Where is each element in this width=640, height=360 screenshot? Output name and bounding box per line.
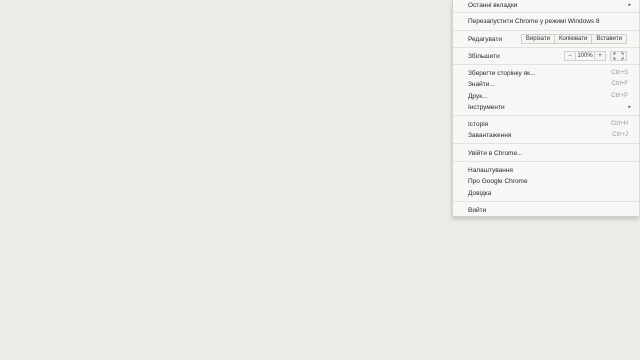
menu-separator xyxy=(453,12,639,13)
menu-item-print[interactable]: Друк... Ctrl+P xyxy=(468,91,632,102)
menu-item-label: Останні вкладки xyxy=(468,2,518,9)
chrome-main-menu: Останні вкладки ▸ Перезапустити Chrome у… xyxy=(452,0,639,217)
menu-item-label: Увійти в Chrome... xyxy=(468,150,523,157)
menu-item-label: Друк... xyxy=(468,93,488,100)
menu-item-label: Налаштування xyxy=(468,167,513,174)
menu-item-recent-tabs[interactable]: Останні вкладки ▸ xyxy=(468,0,632,11)
menu-separator xyxy=(453,161,639,162)
edit-label: Редагувати xyxy=(468,36,503,43)
menu-item-about[interactable]: Про Google Chrome xyxy=(468,176,632,187)
menu-item-label: Про Google Chrome xyxy=(468,178,528,185)
menu-item-label: Знайти... xyxy=(468,81,495,88)
paste-button[interactable]: Вставити xyxy=(592,35,626,43)
menu-separator xyxy=(453,115,639,116)
menu-item-exit[interactable]: Вийти xyxy=(468,205,632,216)
cut-button[interactable]: Вирізати xyxy=(521,35,555,43)
menu-item-downloads[interactable]: Завантаження Ctrl+J xyxy=(468,130,632,141)
menu-separator xyxy=(453,47,639,48)
menu-separator xyxy=(453,201,639,202)
zoom-in-button[interactable]: + xyxy=(595,52,605,60)
menu-item-settings[interactable]: Налаштування xyxy=(468,165,632,176)
menu-separator xyxy=(453,64,639,65)
menu-item-history[interactable]: Історія Ctrl+H xyxy=(468,119,632,130)
zoom-label: Збільшити xyxy=(468,53,500,60)
chevron-right-icon: ▸ xyxy=(628,104,631,110)
menu-separator xyxy=(453,143,639,144)
zoom-value: 100% xyxy=(575,52,595,60)
menu-item-find[interactable]: Знайти... Ctrl+F xyxy=(468,79,632,90)
menu-item-label: Вийти xyxy=(468,207,487,214)
menu-item-label: Зберегти сторінку як... xyxy=(468,70,536,77)
menu-item-save-page[interactable]: Зберегти сторінку як... Ctrl+S xyxy=(468,68,632,79)
zoom-out-button[interactable]: − xyxy=(565,52,575,60)
copy-button[interactable]: Копіювати xyxy=(554,35,593,43)
chevron-right-icon: ▸ xyxy=(628,2,631,8)
menu-separator xyxy=(453,30,639,31)
menu-item-label: Перезапустити Chrome у режимі Windows 8 xyxy=(468,18,600,25)
menu-item-sign-in[interactable]: Увійти в Chrome... xyxy=(468,148,632,159)
menu-item-relaunch-windows8[interactable]: Перезапустити Chrome у режимі Windows 8 xyxy=(468,16,632,27)
shortcut-label: Ctrl+J xyxy=(612,132,628,138)
menu-item-help[interactable]: Довідка xyxy=(468,188,632,199)
shortcut-label: Ctrl+S xyxy=(611,70,628,76)
menu-item-label: Історія xyxy=(468,121,489,128)
fullscreen-button[interactable] xyxy=(610,51,627,61)
menu-item-label: Завантаження xyxy=(468,132,512,139)
menu-item-label: Інструменти xyxy=(468,104,505,111)
menu-item-zoom: Збільшити xyxy=(468,51,632,62)
menu-item-label: Довідка xyxy=(468,190,492,197)
menu-item-tools[interactable]: Інструменти ▸ xyxy=(468,102,632,113)
shortcut-label: Ctrl+F xyxy=(611,81,629,87)
fullscreen-icon xyxy=(613,52,624,60)
shortcut-label: Ctrl+H xyxy=(610,121,628,127)
shortcut-label: Ctrl+P xyxy=(611,93,628,99)
edit-button-group: Вирізати Копіювати Вставити xyxy=(520,34,627,44)
zoom-control: − 100% + xyxy=(564,51,606,61)
